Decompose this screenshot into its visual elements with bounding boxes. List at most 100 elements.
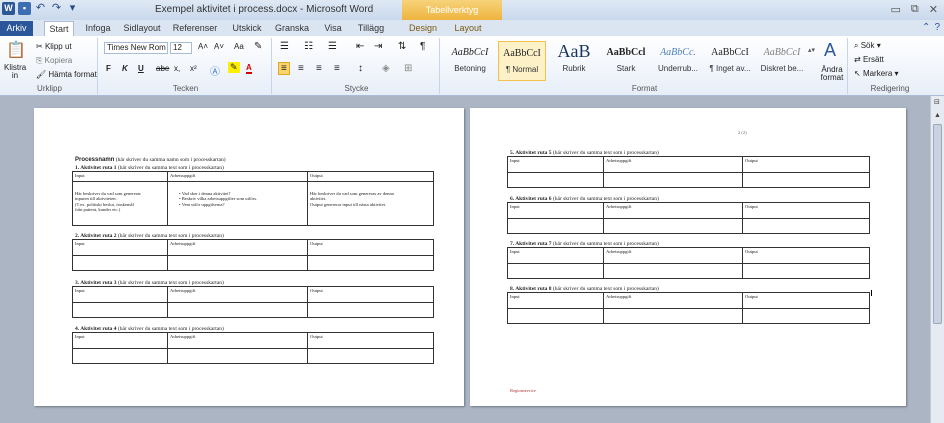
sort-icon[interactable]: ⇅: [398, 41, 406, 52]
style-rubrik[interactable]: AaB Rubrik: [550, 41, 598, 81]
line-spacing-icon[interactable]: ↕: [358, 63, 363, 74]
paste-button[interactable]: Klistra in: [4, 64, 26, 80]
document-workspace[interactable]: Processnamn (här skriver du samma namn s…: [0, 96, 930, 423]
superscript-button[interactable]: x²: [190, 64, 197, 73]
minimize-icon[interactable]: ▭: [891, 3, 901, 16]
multilevel-list-icon[interactable]: ☰: [328, 41, 337, 52]
style-inget-avstand[interactable]: AaBbCcI ¶ Inget av...: [706, 41, 754, 81]
justify-icon[interactable]: ≡: [334, 63, 340, 74]
find-button[interactable]: ⌕ Sök ▾: [854, 41, 881, 51]
activity-1-table[interactable]: Input Arbetsuppgift Output Här beskriver…: [72, 171, 434, 226]
activity-8-table[interactable]: Input Arbetsuppgift Output: [507, 292, 870, 324]
restore-icon[interactable]: ⧉: [911, 3, 919, 16]
format-painter-button[interactable]: 🖌 Hämta format: [36, 70, 97, 79]
activity-7-table[interactable]: Input Arbetsuppgift Output: [507, 247, 870, 279]
scroll-thumb[interactable]: [933, 124, 942, 324]
style-underrubrik[interactable]: AaBbCc. Underrub...: [654, 41, 702, 81]
tab-referenser[interactable]: Referenser: [170, 21, 220, 36]
page-2[interactable]: 2 (2) 5. Aktivitet ruta 5 (här skriver d…: [470, 108, 906, 406]
highlight-icon[interactable]: ✎: [228, 62, 240, 73]
font-name-select[interactable]: Times New Rom: [104, 42, 168, 54]
scroll-up-icon[interactable]: ▲: [934, 112, 941, 119]
tab-layout[interactable]: Layout: [450, 21, 486, 36]
clipboard-label: Urklipp: [37, 84, 62, 93]
change-styles-button[interactable]: Ändra format: [816, 66, 848, 82]
tab-utskick[interactable]: Utskick: [228, 21, 266, 36]
vertical-scrollbar[interactable]: ⊟ ▲: [930, 96, 944, 423]
collapse-ribbon-icon[interactable]: ⌃: [922, 22, 930, 33]
editing-label: Redigering: [870, 84, 910, 93]
strikethrough-button[interactable]: abe: [156, 64, 169, 73]
shading-icon[interactable]: ◈: [382, 63, 390, 74]
activity-4-table[interactable]: Input Arbetsuppgift Output: [72, 332, 434, 364]
align-left-icon[interactable]: ≡: [278, 62, 290, 75]
text-cursor: [871, 290, 872, 296]
page-1[interactable]: Processnamn (här skriver du samma namn s…: [34, 108, 464, 406]
font-size-select[interactable]: 12: [170, 42, 192, 54]
style-betoning[interactable]: AaBbCcI Betoning: [446, 41, 494, 81]
replace-button[interactable]: ⇄ Ersätt: [854, 55, 884, 64]
tab-granska[interactable]: Granska: [272, 21, 312, 36]
ribbon: 📋 Klistra in ✂ Klipp ut ⎘ Kopiera 🖌 Hämt…: [0, 36, 944, 96]
clipboard-group: 📋 Klistra in ✂ Klipp ut ⎘ Kopiera 🖌 Hämt…: [2, 38, 98, 94]
italic-button[interactable]: K: [122, 64, 128, 73]
activity-5-table[interactable]: Input Arbetsuppgift Output: [507, 156, 870, 188]
style-normal[interactable]: AaBbCcI ¶ Normal: [498, 41, 546, 81]
styles-scroll-icon[interactable]: ▴▾: [808, 46, 815, 54]
align-center-icon[interactable]: ≡: [298, 63, 304, 74]
ruler-toggle-icon[interactable]: ⊟: [934, 98, 940, 106]
style-stark[interactable]: AaBbCcl Stark: [602, 41, 650, 81]
pilcrow-icon[interactable]: ¶: [420, 41, 425, 52]
styles-group: AaBbCcI Betoning AaBbCcI ¶ Normal AaB Ru…: [442, 38, 848, 94]
grow-font-button[interactable]: A˄: [198, 42, 208, 51]
bold-button[interactable]: F: [106, 64, 111, 73]
redo-icon[interactable]: ↷: [50, 2, 63, 15]
increase-indent-icon[interactable]: ⇥: [374, 41, 382, 52]
customize-toolbar-icon[interactable]: ▾: [66, 2, 79, 15]
underline-button[interactable]: U: [138, 64, 144, 73]
text-effects-icon[interactable]: Ⓐ: [210, 63, 220, 78]
change-case-button[interactable]: Aa: [234, 42, 244, 51]
table-tools-context: Tabellverktyg: [402, 0, 502, 20]
tab-visa[interactable]: Visa: [320, 21, 346, 36]
copy-button[interactable]: ⎘ Kopiera: [36, 56, 72, 66]
style-diskret-betoning[interactable]: AaBbCcI Diskret be...: [758, 41, 806, 81]
undo-icon[interactable]: ↶: [34, 2, 47, 15]
example-input: Här beskriver du vad som genererar input…: [75, 191, 141, 213]
activity-3-table[interactable]: Input Arbetsuppgift Output: [72, 286, 434, 318]
bullets-icon[interactable]: ☰: [280, 41, 289, 52]
shrink-font-button[interactable]: A˅: [214, 42, 224, 51]
numbering-icon[interactable]: ☷: [304, 41, 313, 52]
clear-format-icon[interactable]: ✎: [254, 41, 262, 52]
font-label: Tecken: [172, 84, 199, 93]
tab-start[interactable]: Start: [44, 21, 74, 36]
tab-tillagg[interactable]: Tillägg: [352, 21, 390, 36]
borders-icon[interactable]: ⊞: [404, 63, 412, 74]
word-icon[interactable]: W: [2, 2, 15, 15]
activity-6-table[interactable]: Input Arbetsuppgift Output: [507, 202, 870, 234]
replace-icon: ⇄: [854, 55, 863, 64]
help-icon[interactable]: ?: [934, 22, 940, 33]
tab-design[interactable]: Design: [404, 21, 442, 36]
header-task: Arbetsuppgift: [170, 173, 196, 178]
tab-infoga[interactable]: Infoga: [82, 21, 114, 36]
font-color-button[interactable]: A: [246, 63, 252, 74]
change-styles-icon[interactable]: A: [824, 40, 836, 61]
select-button[interactable]: ↖ Markera ▾: [854, 69, 899, 78]
quick-access-toolbar: W ▪ ↶ ↷ ▾: [2, 2, 79, 15]
copy-icon: ⎘: [36, 56, 45, 65]
paragraph-label: Stycke: [344, 84, 369, 93]
subscript-button[interactable]: x,: [174, 64, 180, 73]
activity-2-table[interactable]: Input Arbetsuppgift Output: [72, 239, 434, 271]
save-icon[interactable]: ▪: [18, 2, 31, 15]
cut-button[interactable]: ✂ Klipp ut: [36, 42, 72, 51]
page-footer: Regionservice: [510, 388, 536, 393]
editing-group: ⌕ Sök ▾ ⇄ Ersätt ↖ Markera ▾ Redigering: [850, 38, 930, 94]
tab-arkiv[interactable]: Arkiv: [0, 21, 33, 36]
paste-icon[interactable]: 📋: [6, 40, 26, 60]
align-right-icon[interactable]: ≡: [316, 63, 322, 74]
decrease-indent-icon[interactable]: ⇤: [356, 41, 364, 52]
close-icon[interactable]: ✕: [929, 3, 938, 16]
binoculars-icon: ⌕: [854, 41, 861, 50]
tab-sidlayout[interactable]: Sidlayout: [120, 21, 164, 36]
